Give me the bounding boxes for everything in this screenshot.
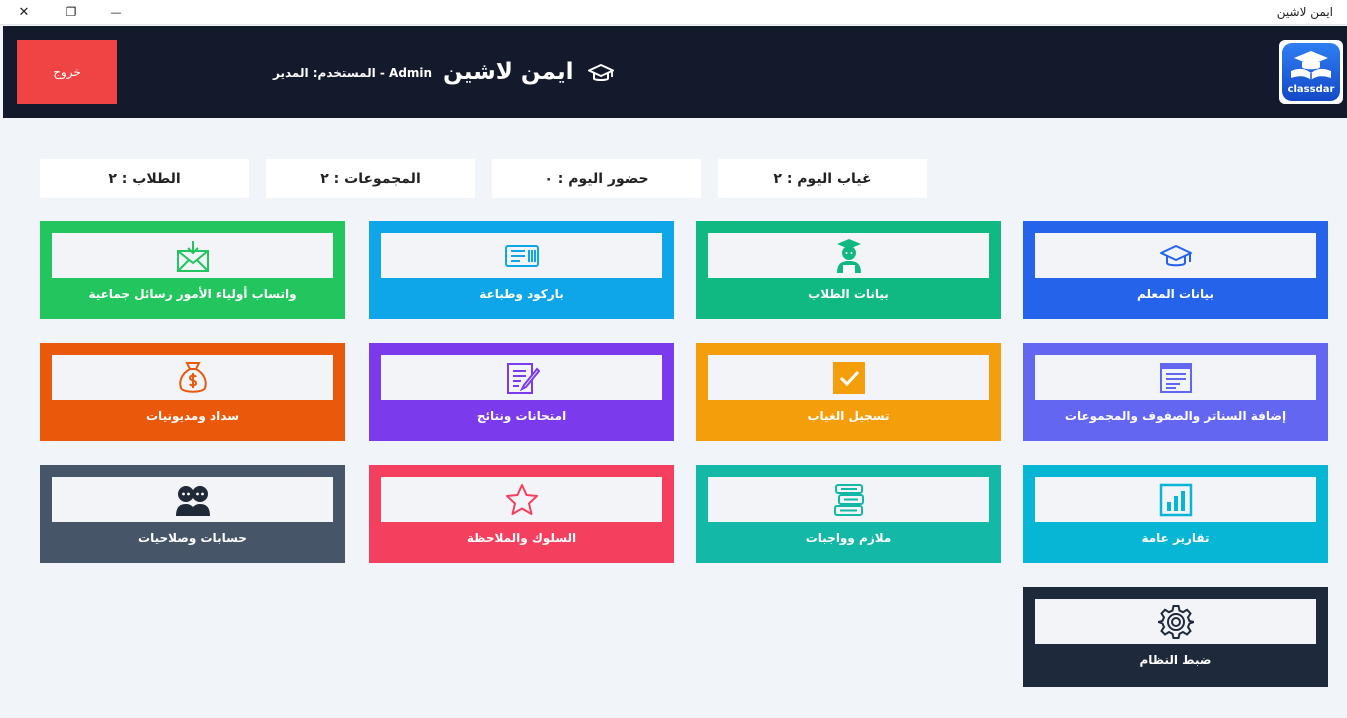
stat-absent-today: غياب اليوم : ٢ xyxy=(718,159,927,198)
app-header: خروج المستخدم: المدير - Admin ايمن لاشين… xyxy=(3,26,1347,118)
logout-button[interactable]: خروج xyxy=(17,40,117,104)
tile-whatsapp-parents[interactable]: واتساب أولياء الأمور رسائل جماعية xyxy=(40,221,345,319)
money-bag-icon xyxy=(178,361,207,393)
restore-icon[interactable]: ❐ xyxy=(60,2,82,22)
bar-chart-icon xyxy=(1159,483,1192,516)
tile-behavior-notes[interactable]: السلوك والملاحظة xyxy=(369,465,674,563)
tile-general-reports[interactable]: تقارير عامة xyxy=(1023,465,1328,563)
tile-barcode-print[interactable]: باركود وطباعة xyxy=(369,221,674,319)
tile-label: السلوك والملاحظة xyxy=(466,531,577,545)
tile-label: امتحانات ونتائج xyxy=(476,409,567,423)
tile-record-absence[interactable]: تسجيل الغياب xyxy=(696,343,1001,441)
minimize-icon[interactable]: — xyxy=(105,2,127,22)
tile-payments-debts[interactable]: سداد ومديونيات xyxy=(40,343,345,441)
tile-exams-results[interactable]: امتحانات ونتائج xyxy=(369,343,674,441)
tile-label: ملازم وواجبات xyxy=(805,531,892,545)
gear-icon xyxy=(1157,604,1194,639)
document-list-icon xyxy=(1159,362,1192,393)
books-icon xyxy=(833,483,864,516)
tile-add-centers-classes-groups[interactable]: إضافة السناتر والصفوف والمجموعات xyxy=(1023,343,1328,441)
graduation-cap-icon xyxy=(1159,244,1192,266)
users-icon xyxy=(175,485,210,516)
tile-label: بيانات المعلم xyxy=(1137,287,1214,301)
brand-name: ايمن لاشين xyxy=(443,59,574,85)
tile-label: تقارير عامة xyxy=(1141,531,1210,545)
star-icon xyxy=(505,483,538,515)
tile-label: تسجيل الغياب xyxy=(807,409,890,423)
stat-present-today: حضور اليوم : ٠ xyxy=(492,159,701,198)
window-title: ايمن لاشين xyxy=(1276,5,1333,19)
envelope-icon xyxy=(176,240,209,272)
tile-label: واتساب أولياء الأمور رسائل جماعية xyxy=(88,287,297,301)
checkbox-icon xyxy=(832,361,865,394)
app-logo: classdar xyxy=(1279,40,1343,104)
graduation-cap-icon xyxy=(588,64,614,81)
tile-label: ضبط النظام xyxy=(1139,653,1212,667)
tile-label: إضافة السناتر والصفوف والمجموعات xyxy=(1064,409,1287,423)
close-icon[interactable]: ✕ xyxy=(13,2,35,22)
window-titlebar: ✕ ❐ — ايمن لاشين xyxy=(0,0,1347,25)
tile-teacher-data[interactable]: بيانات المعلم xyxy=(1023,221,1328,319)
student-icon xyxy=(836,238,861,273)
stat-groups: المجموعات : ٢ xyxy=(266,159,475,198)
tile-handouts-homework[interactable]: ملازم وواجبات xyxy=(696,465,1001,563)
tile-student-data[interactable]: بيانات الطلاب xyxy=(696,221,1001,319)
tile-label: بيانات الطلاب xyxy=(808,287,889,301)
tile-label: حسابات وصلاحيات xyxy=(138,531,247,545)
logo-text: classdar xyxy=(1287,84,1335,95)
stat-students: الطلاب : ٢ xyxy=(40,159,249,198)
tile-accounts-permissions[interactable]: حسابات وصلاحيات xyxy=(40,465,345,563)
tile-label: سداد ومديونيات xyxy=(146,409,239,423)
tile-system-settings[interactable]: ضبط النظام xyxy=(1023,587,1328,687)
exam-edit-icon xyxy=(506,362,540,394)
tile-label: باركود وطباعة xyxy=(479,287,564,301)
current-user-label: المستخدم: المدير - Admin xyxy=(273,66,433,80)
barcode-card-icon xyxy=(504,244,539,267)
